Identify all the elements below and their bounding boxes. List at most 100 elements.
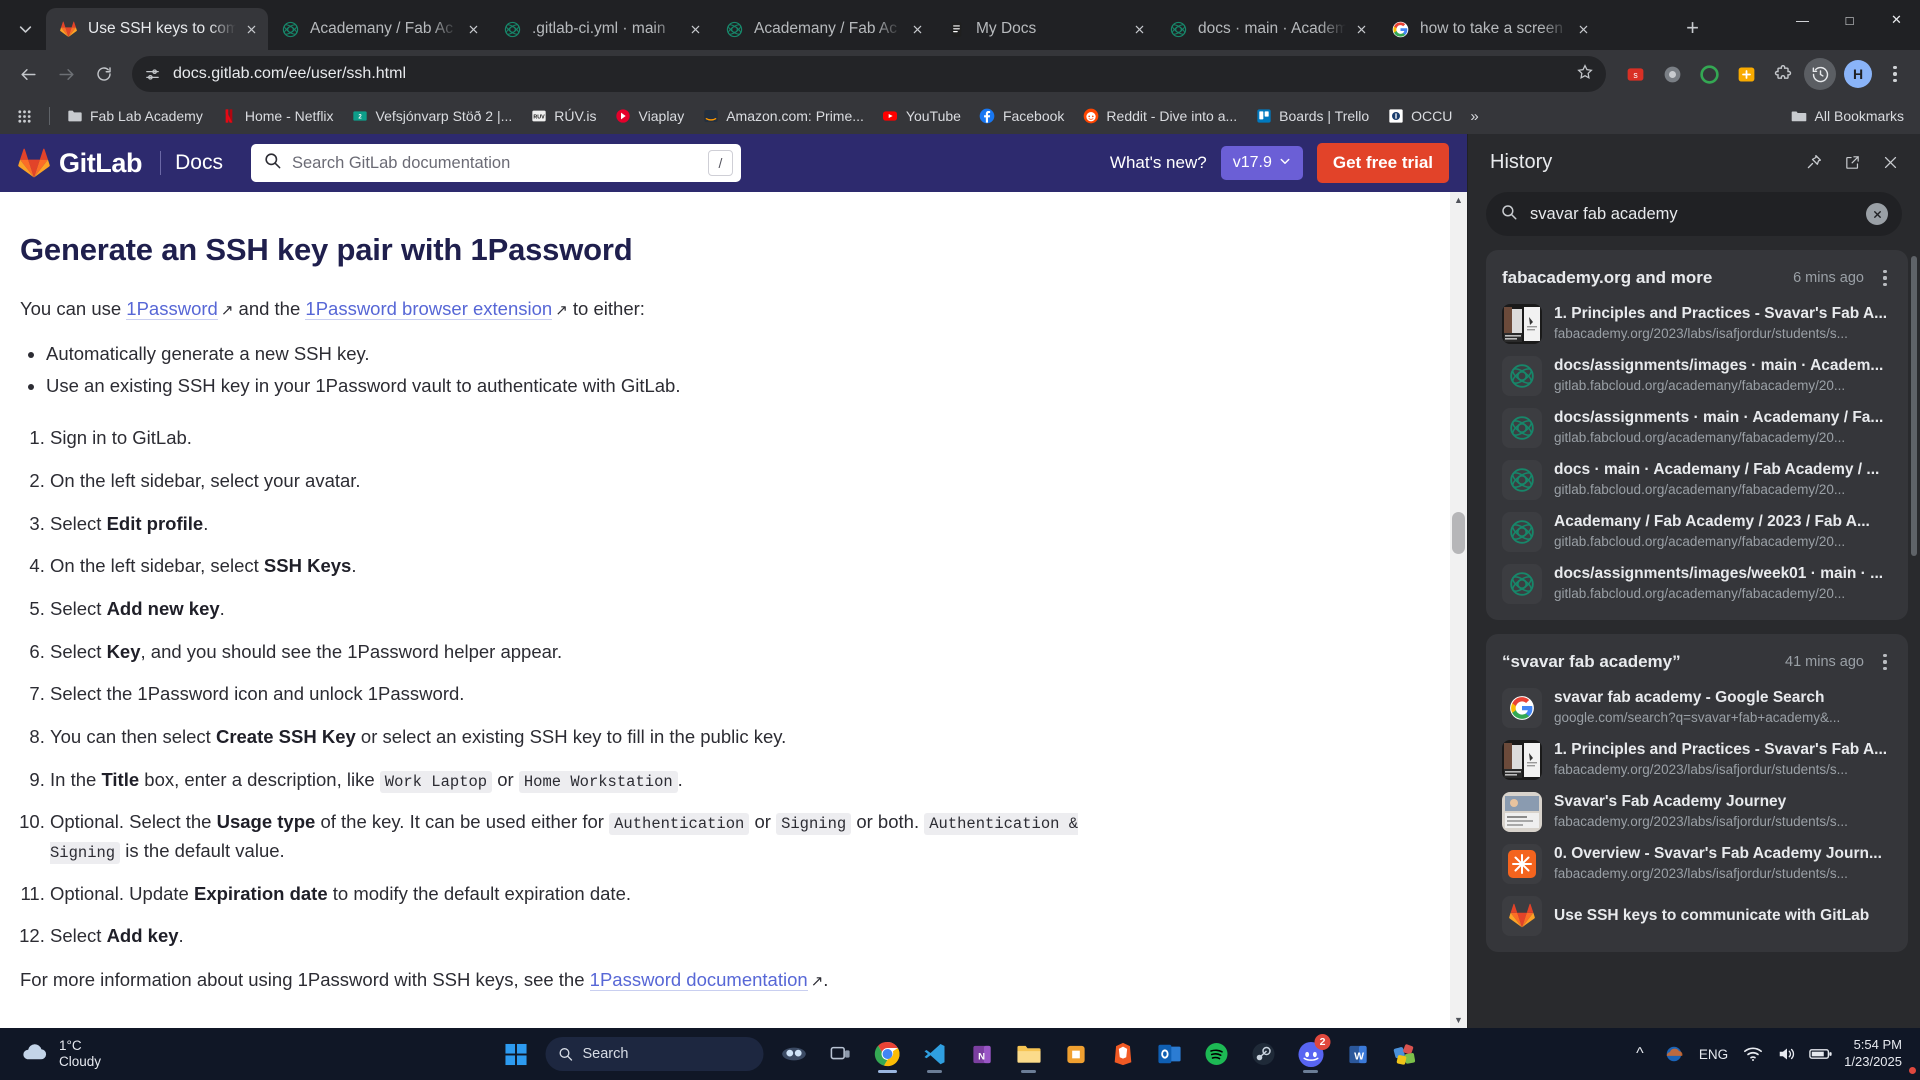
outlook-icon[interactable] [1149,1033,1191,1075]
scrollbar-track[interactable] [1452,192,1465,1028]
new-tab-button[interactable]: + [1676,11,1710,45]
forward-button[interactable] [48,56,84,92]
gitlab-logo[interactable]: GitLab [18,148,143,179]
browser-tab[interactable]: how to take a screen [1378,8,1600,50]
history-item[interactable]: docs/assignments/images/week01 · main · … [1486,558,1908,610]
word-icon[interactable]: W [1337,1033,1379,1075]
steam-icon[interactable] [1243,1033,1285,1075]
store-icon[interactable] [1055,1033,1097,1075]
chrome-icon[interactable] [867,1033,909,1075]
history-group-menu-icon[interactable] [1872,654,1898,670]
reload-button[interactable] [86,56,122,92]
bookmark-item[interactable]: OCCU [1379,103,1460,130]
document-scroll-area[interactable]: Generate an SSH key pair with 1Password … [0,192,1467,1028]
browser-tab[interactable]: Academany / Fab Ac [268,8,490,50]
history-panel-toggle[interactable] [1804,58,1836,90]
get-free-trial-button[interactable]: Get free trial [1316,143,1449,183]
address-bar[interactable]: docs.gitlab.com/ee/user/ssh.html [132,56,1606,92]
volume-icon[interactable] [1772,1036,1802,1072]
page-scrollbar[interactable]: ▲ ▼ [1450,192,1467,1028]
1password-link[interactable]: 1Password [126,298,218,320]
tab-close-icon[interactable] [906,18,928,40]
all-bookmarks-button[interactable]: All Bookmarks [1783,103,1912,130]
minimize-button[interactable]: — [1779,0,1826,40]
bookmarks-overflow-button[interactable]: » [1462,103,1486,130]
history-item[interactable]: docs · main · Academany / Fab Academy / … [1486,454,1908,506]
bookmark-item[interactable]: YouTube [874,103,969,130]
tab-close-icon[interactable] [1128,18,1150,40]
taskbar-search[interactable]: Search [545,1037,764,1071]
extension-icon-2[interactable] [1656,58,1688,90]
browser-tab[interactable]: .gitlab-ci.yml · main [490,8,712,50]
taskbar-clock[interactable]: 5:54 PM 1/23/2025 [1840,1037,1910,1070]
bookmark-item[interactable]: Fab Lab Academy [58,103,211,130]
history-item[interactable]: 1. Principles and Practices - Svavar's F… [1486,734,1908,786]
brave-icon[interactable] [1102,1033,1144,1075]
discord-icon[interactable]: 2 [1290,1033,1332,1075]
tray-chevron-icon[interactable]: ^ [1625,1036,1655,1072]
msi-icon[interactable] [1384,1033,1426,1075]
copilot-icon[interactable] [773,1033,815,1075]
browser-tab[interactable]: docs · main · Academ [1156,8,1378,50]
bookmark-item[interactable]: Viaplay [607,103,693,130]
site-settings-icon[interactable] [144,66,161,83]
whats-new-link[interactable]: What's new? [1110,153,1207,173]
tab-close-icon[interactable] [462,18,484,40]
onedrive-icon[interactable] [1659,1036,1916,1074]
clear-icon[interactable] [1866,203,1888,225]
back-button[interactable] [10,56,46,92]
extension-icon-3[interactable] [1693,58,1725,90]
apps-shortcut[interactable] [8,103,41,130]
version-selector[interactable]: v17.9 [1220,146,1303,180]
browser-tab[interactable]: Academany / Fab Ac [712,8,934,50]
close-icon[interactable] [1874,146,1906,178]
bookmark-item[interactable]: Amazon.com: Prime... [694,103,872,130]
file-explorer-icon[interactable] [1008,1033,1050,1075]
browser-tab[interactable]: Use SSH keys to com [46,8,268,50]
bookmark-item[interactable]: 2 Vefsjónvarp Stöð 2 |... [344,103,521,130]
scrollbar-thumb[interactable] [1452,512,1465,554]
extension-icon-1[interactable]: s [1619,58,1651,90]
vscode-icon[interactable] [914,1033,956,1075]
chrome-menu-button[interactable] [1880,65,1910,83]
history-item[interactable]: docs/assignments/images · main · Academ.… [1486,350,1908,402]
history-scrollbar-thumb[interactable] [1911,256,1917,556]
history-group-menu-icon[interactable] [1872,270,1898,286]
tab-close-icon[interactable] [1350,18,1372,40]
onenote-icon[interactable]: N [961,1033,1003,1075]
history-item[interactable]: Use SSH keys to communicate with GitLab [1486,890,1908,942]
bookmark-star-icon[interactable] [1576,63,1594,86]
1password-extension-link[interactable]: 1Password browser extension [305,298,553,320]
docs-label[interactable]: Docs [160,151,223,175]
tab-close-icon[interactable] [240,18,262,40]
history-item[interactable]: svavar fab academy - Google Search google… [1486,682,1908,734]
maximize-button[interactable]: □ [1826,0,1873,40]
wifi-icon[interactable] [1738,1036,1768,1072]
start-button[interactable] [495,1033,537,1075]
bookmark-item[interactable]: Facebook [971,103,1072,130]
close-window-button[interactable]: ✕ [1873,0,1920,40]
history-item[interactable]: Academany / Fab Academy / 2023 / Fab A..… [1486,506,1908,558]
history-item[interactable]: 1. Principles and Practices - Svavar's F… [1486,298,1908,350]
docs-search-box[interactable]: Search GitLab documentation / [250,144,741,182]
extensions-puzzle-icon[interactable] [1767,58,1799,90]
history-item[interactable]: docs/assignments · main · Academany / Fa… [1486,402,1908,454]
bookmark-item[interactable]: RUV RÚV.is [522,103,604,130]
bookmark-item[interactable]: Home - Netflix [213,103,342,130]
browser-tab[interactable]: My Docs [934,8,1156,50]
task-view-icon[interactable] [820,1033,862,1075]
bookmark-item[interactable]: Boards | Trello [1247,103,1377,130]
extension-icon-4[interactable] [1730,58,1762,90]
language-indicator[interactable]: ENG [1693,1047,1734,1062]
weather-widget[interactable]: 1°C Cloudy [10,1035,111,1074]
history-search-input[interactable]: svavar fab academy [1486,192,1902,236]
history-list[interactable]: fabacademy.org and more 6 mins ago 1. Prin… [1468,250,1920,1028]
tab-close-icon[interactable] [1572,18,1594,40]
tab-close-icon[interactable] [684,18,706,40]
1password-documentation-link[interactable]: 1Password documentation [589,969,808,992]
profile-avatar[interactable]: H [1844,60,1872,88]
battery-icon[interactable] [1806,1036,1836,1072]
pin-icon[interactable] [1798,146,1830,178]
tab-search-icon[interactable] [8,12,42,46]
open-in-new-icon[interactable] [1836,146,1868,178]
